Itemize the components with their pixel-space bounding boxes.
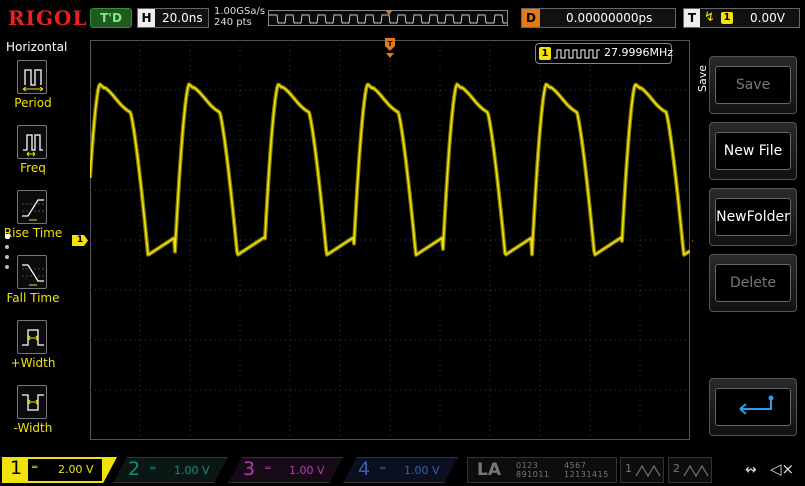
la-group-2-bottom: 12131415 — [564, 470, 609, 479]
la-group-2: 4567 12131415 — [564, 461, 609, 479]
new-file-button-label: New File — [715, 132, 791, 170]
return-button-frame — [715, 388, 791, 426]
menu-tab-label: Save — [696, 64, 709, 92]
trigger-readout[interactable]: T ↯ 1 0.00V — [683, 8, 800, 28]
delete-button[interactable]: Delete — [709, 254, 797, 312]
measurement-value: 27.9996MHz — [604, 46, 674, 59]
frequency-measurement[interactable]: 1 27.9996MHz — [535, 43, 674, 64]
channel-3-scale: 1.00 V — [289, 464, 325, 477]
channel-4-scale: 1.00 V — [404, 464, 440, 477]
decoder-2-number: 2 — [673, 462, 680, 475]
delete-button-label: Delete — [715, 264, 791, 302]
measure-negative-width-label: -Width — [13, 421, 53, 435]
save-button-label: Save — [715, 66, 791, 104]
logic-analyzer-tab[interactable]: LA 0123 891011 4567 12131415 — [467, 457, 617, 483]
graticule — [90, 40, 690, 440]
top-status-bar: RIGOL T'D H 20.0ns 1.00GSa/s 240 pts D 0… — [0, 0, 805, 34]
delay-value: 0.00000000ps — [566, 11, 653, 25]
save-soft-menu: Save Save New File NewFolder Delete — [693, 38, 805, 443]
channel-4-tab[interactable]: 4 ═ 1.00 V — [343, 457, 458, 483]
timebase-value: 20.0ns — [162, 11, 203, 25]
measurement-channel: 1 — [539, 47, 551, 60]
horizontal-timebase[interactable]: H 20.0ns — [137, 8, 209, 28]
oscilloscope-display: RIGOL T'D H 20.0ns 1.00GSa/s 240 pts D 0… — [0, 0, 805, 486]
channel-2-coupling: ═ — [150, 464, 156, 474]
channel-status-bar: 1 ═ 2.00 V 2 ═ 1.00 V 3 ═ 1.00 V 4 ═ 1.0… — [0, 454, 805, 486]
measure-period[interactable]: Period — [0, 60, 66, 120]
trigger-level: 0.00V — [750, 11, 785, 25]
trigger-status-badge[interactable]: T'D — [90, 8, 132, 28]
ch1-waveform — [90, 83, 690, 256]
channel-3-number: 3 — [243, 458, 256, 480]
square-wave-icon — [554, 49, 600, 59]
menu-page-indicator — [5, 234, 11, 270]
measure-frequency-label: Freq — [20, 161, 46, 175]
waveform-grid[interactable] — [90, 40, 690, 440]
memory-depth: 240 pts — [214, 17, 252, 28]
decoder-2-tab[interactable]: 2 — [668, 457, 712, 483]
speaker-muted-icon[interactable]: ◁× — [770, 460, 794, 478]
channel-1-readout: ═ 2.00 V — [28, 459, 102, 481]
measure-period-label: Period — [14, 96, 52, 110]
channel-1-scale: 2.00 V — [58, 463, 94, 476]
measure-category-title[interactable]: Horizontal — [6, 40, 67, 54]
save-button[interactable]: Save — [709, 56, 797, 114]
fall-time-icon — [17, 255, 47, 289]
period-icon — [17, 60, 47, 94]
memory-position-strip[interactable] — [268, 10, 508, 26]
la-group-1-top: 0123 — [516, 461, 539, 470]
measure-negative-width[interactable]: -Width — [0, 385, 66, 445]
decoder-wave-icon — [683, 464, 709, 478]
memory-waveform-preview — [269, 11, 507, 24]
channel-1-coupling: ═ — [32, 463, 38, 473]
sample-rate: 1.00GSa/s — [214, 6, 266, 17]
ch1-offset-marker[interactable]: 1 — [72, 235, 88, 246]
measure-frequency[interactable]: Freq — [0, 125, 66, 185]
measure-menu: Horizontal Period Freq Rise Time Fall Ti… — [0, 38, 67, 450]
channel-3-coupling: ═ — [265, 464, 271, 474]
new-folder-button-label: NewFolder — [715, 198, 791, 236]
trigger-position-marker[interactable]: T — [385, 38, 395, 58]
measure-fall-time-label: Fall Time — [6, 291, 60, 305]
trigger-source: 1 — [721, 12, 733, 24]
channel-2-tab[interactable]: 2 ═ 1.00 V — [113, 457, 228, 483]
delay-label: D — [522, 9, 540, 27]
delay-readout[interactable]: D 0.00000000ps — [521, 8, 676, 28]
return-icon — [739, 395, 774, 415]
channel-4-number: 4 — [358, 458, 371, 480]
horizontal-label: H — [138, 9, 155, 27]
rising-edge-icon: ↯ — [704, 10, 715, 25]
frequency-icon — [17, 125, 47, 159]
channel-2-scale: 1.00 V — [174, 464, 210, 477]
channel-4-coupling: ═ — [380, 464, 386, 474]
acquisition-info: 1.00GSa/s 240 pts — [214, 6, 265, 28]
negative-width-icon — [17, 385, 47, 419]
usb-icon: ↭ — [745, 462, 757, 478]
la-group-2-top: 4567 — [564, 461, 587, 470]
channel-2-number: 2 — [128, 458, 141, 480]
channel-1-tab[interactable]: 1 ═ 2.00 V — [2, 457, 117, 483]
la-group-1-bottom: 891011 — [516, 470, 550, 479]
measure-positive-width[interactable]: +Width — [0, 320, 66, 380]
rise-time-icon — [17, 190, 47, 224]
trigger-label: T — [684, 9, 700, 27]
return-button[interactable] — [709, 378, 797, 436]
new-folder-button[interactable]: NewFolder — [709, 188, 797, 246]
decoder-1-number: 1 — [625, 462, 632, 475]
channel-3-tab[interactable]: 3 ═ 1.00 V — [228, 457, 343, 483]
channel-1-number: 1 — [10, 457, 23, 479]
la-group-1: 0123 891011 — [516, 461, 550, 479]
svg-text:T: T — [388, 40, 393, 48]
logic-analyzer-label: LA — [477, 460, 501, 480]
decoder-1-tab[interactable]: 1 — [620, 457, 664, 483]
new-file-button[interactable]: New File — [709, 122, 797, 180]
positive-width-icon — [17, 320, 47, 354]
measure-positive-width-label: +Width — [10, 356, 56, 370]
decoder-wave-icon — [635, 464, 661, 478]
brand-logo: RIGOL — [8, 6, 88, 30]
